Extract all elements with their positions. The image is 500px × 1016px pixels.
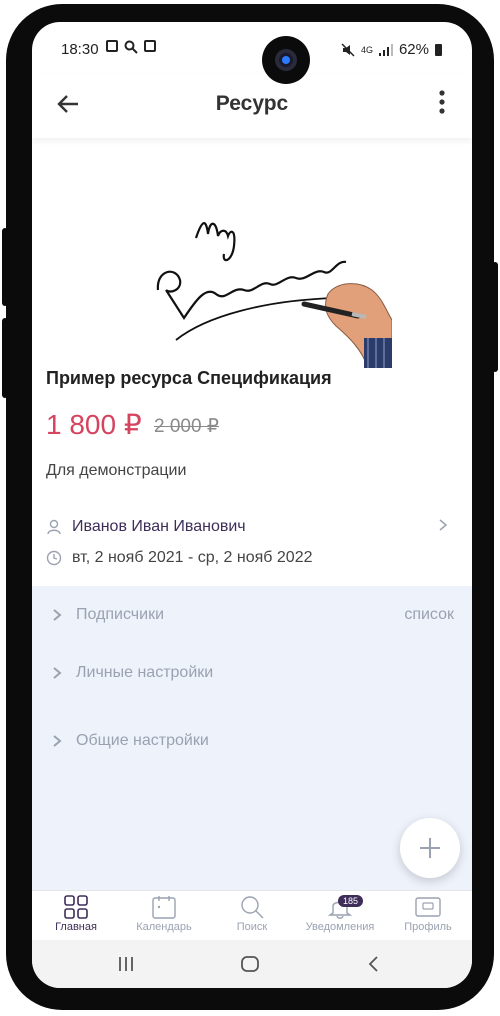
screen: 18:30 4G 62% Ресурс Пример ресурса Специ… <box>32 22 472 988</box>
status-bar: 18:30 4G 62% <box>32 22 472 74</box>
resource-price: 1 800 ₽ <box>46 409 142 440</box>
network-type: 4G <box>360 44 373 55</box>
nav-notifications-label: Уведомления <box>305 921 375 933</box>
nav-calendar[interactable]: Календарь <box>120 895 208 933</box>
plus-icon <box>420 838 440 858</box>
period-text: вт, 2 нояб 2021 - ср, 2 нояб 2022 <box>72 549 313 566</box>
owner-name: Иванов Иван Иванович <box>72 518 246 535</box>
search-status-icon <box>124 40 138 54</box>
subscribers-row[interactable]: Подписчики <box>52 606 164 624</box>
chevron-right-icon[interactable] <box>438 518 448 532</box>
screenshot-icon <box>144 40 156 52</box>
search-icon <box>241 896 264 919</box>
back-icon[interactable] <box>362 952 386 976</box>
resource-info: Иванов Иван Иванович вт, 2 нояб 2021 - с… <box>32 500 472 586</box>
gallery-icon <box>106 40 118 52</box>
bottom-navigation: Главная Календарь Поиск 185 Уведомления <box>32 890 472 941</box>
general-settings-label: Общие настройки <box>76 732 209 749</box>
subscribers-label: Подписчики <box>76 606 165 623</box>
home-icon[interactable] <box>238 952 262 976</box>
personal-settings-row[interactable]: Личные настройки <box>52 664 213 682</box>
chevron-right-icon <box>53 667 62 679</box>
subscribers-list-link[interactable]: список <box>404 606 454 624</box>
status-right: 4G 62% <box>341 41 442 58</box>
status-time: 18:30 <box>61 41 99 58</box>
nav-search[interactable]: Поиск <box>208 895 296 933</box>
battery-icon <box>435 43 442 56</box>
chevron-right-icon <box>53 735 62 747</box>
recent-apps-icon[interactable] <box>114 952 138 976</box>
owner-row[interactable]: Иванов Иван Иванович <box>46 518 246 536</box>
page-title: Ресурс <box>215 92 289 115</box>
front-camera <box>262 36 310 84</box>
volume-button <box>2 228 8 306</box>
system-navigation <box>32 940 472 988</box>
resource-name: Пример ресурса Спецификация <box>46 368 332 388</box>
calendar-icon <box>152 896 176 919</box>
nav-profile-label: Профиль <box>404 921 452 933</box>
notifications-badge: 185 <box>338 895 364 907</box>
period-row: вт, 2 нояб 2021 - ср, 2 нояб 2022 <box>46 549 313 567</box>
nav-notifications[interactable]: 185 Уведомления <box>296 895 384 933</box>
grid-icon <box>64 895 88 919</box>
resource-description: Для демонстрации <box>46 462 187 479</box>
more-vertical-icon[interactable] <box>432 88 452 118</box>
battery-percent: 62% <box>398 41 429 58</box>
general-settings-row[interactable]: Общие настройки <box>52 732 209 750</box>
person-icon <box>47 519 61 535</box>
nav-search-label: Поиск <box>236 921 268 933</box>
add-button[interactable] <box>400 818 460 878</box>
personal-settings-label: Личные настройки <box>76 664 214 681</box>
my-resources-illustration <box>156 222 392 368</box>
side-button <box>492 262 498 372</box>
status-icons <box>106 40 156 54</box>
mute-icon <box>341 42 355 57</box>
profile-card-icon <box>415 897 441 917</box>
nav-home-label: Главная <box>55 921 97 933</box>
nav-home[interactable]: Главная <box>32 895 120 933</box>
resource-old-price: 2 000 ₽ <box>154 416 219 437</box>
nav-calendar-label: Календарь <box>136 921 192 933</box>
chevron-right-icon <box>53 609 62 621</box>
nav-profile[interactable]: Профиль <box>384 895 472 933</box>
app-bar: Ресурс <box>32 74 472 138</box>
clock-icon <box>46 550 62 566</box>
power-button <box>2 318 8 398</box>
signal-icon <box>378 43 393 56</box>
